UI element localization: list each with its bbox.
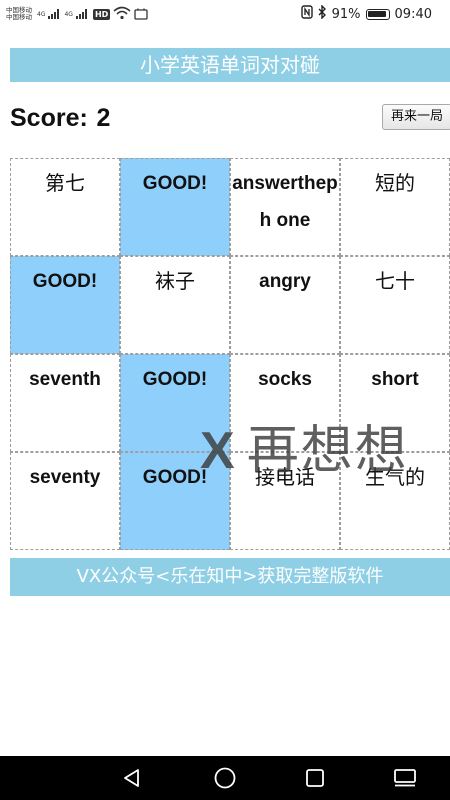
back-icon[interactable] bbox=[118, 764, 146, 792]
word-card[interactable]: 七十 bbox=[340, 256, 450, 354]
home-icon[interactable] bbox=[211, 764, 239, 792]
status-bar: 中国移动 中国移动 4G 4G HD 91% 09:40 bbox=[0, 0, 450, 28]
status-bar-left: 中国移动 中国移动 4G 4G HD bbox=[6, 4, 148, 24]
word-card[interactable]: 袜子 bbox=[120, 256, 230, 354]
status-bar-right: 91% 09:40 bbox=[300, 4, 432, 24]
word-card[interactable]: socks bbox=[230, 354, 340, 452]
score-value: 2 bbox=[96, 104, 111, 132]
bluetooth-icon bbox=[318, 4, 327, 23]
nfc-icon bbox=[300, 5, 313, 23]
signal-icon-2 bbox=[75, 9, 87, 19]
keyboard-icon[interactable] bbox=[391, 764, 419, 792]
carrier-2: 中国移动 bbox=[6, 13, 32, 21]
score-label: Score: bbox=[10, 104, 88, 132]
score-display: Score: 2 bbox=[10, 103, 110, 133]
matched-cell: GOOD! bbox=[120, 158, 230, 256]
word-grid: 第七 GOOD! answertheph one 短的 GOOD! 袜子 angry 七十 se… bbox=[10, 158, 450, 550]
carrier-labels: 中国移动 中国移动 bbox=[6, 7, 32, 21]
word-card[interactable]: seventh bbox=[10, 354, 120, 452]
word-card[interactable]: answertheph one bbox=[230, 158, 340, 256]
battery-percent: 91% bbox=[331, 6, 361, 22]
recents-icon[interactable] bbox=[301, 764, 329, 792]
word-card[interactable]: 第七 bbox=[10, 158, 120, 256]
word-card[interactable]: short bbox=[340, 354, 450, 452]
wifi-icon bbox=[113, 5, 131, 24]
word-card[interactable]: 生气的 bbox=[340, 452, 450, 550]
replay-button[interactable]: 再来一局 bbox=[382, 104, 450, 130]
matched-cell: GOOD! bbox=[120, 452, 230, 550]
word-card[interactable]: 短的 bbox=[340, 158, 450, 256]
hd-badge: HD bbox=[92, 8, 111, 20]
navigation-bar bbox=[0, 756, 450, 800]
matched-cell: GOOD! bbox=[10, 256, 120, 354]
title-banner: 小学英语单词对对碰 bbox=[10, 48, 450, 82]
network-type-1: 4G bbox=[37, 10, 46, 18]
matched-cell: GOOD! bbox=[120, 354, 230, 452]
word-card[interactable]: angry bbox=[230, 256, 340, 354]
word-card[interactable]: seventy bbox=[10, 452, 120, 550]
word-card[interactable]: 接电话 bbox=[230, 452, 340, 550]
promo-banner[interactable]: VX公众号<乐在知中>获取完整版软件 bbox=[10, 558, 450, 596]
signal-icon bbox=[48, 9, 60, 19]
battery-icon bbox=[365, 8, 390, 20]
network-type-2: 4G bbox=[64, 10, 73, 18]
notification-icon bbox=[134, 5, 148, 24]
clock: 09:40 bbox=[394, 6, 432, 22]
